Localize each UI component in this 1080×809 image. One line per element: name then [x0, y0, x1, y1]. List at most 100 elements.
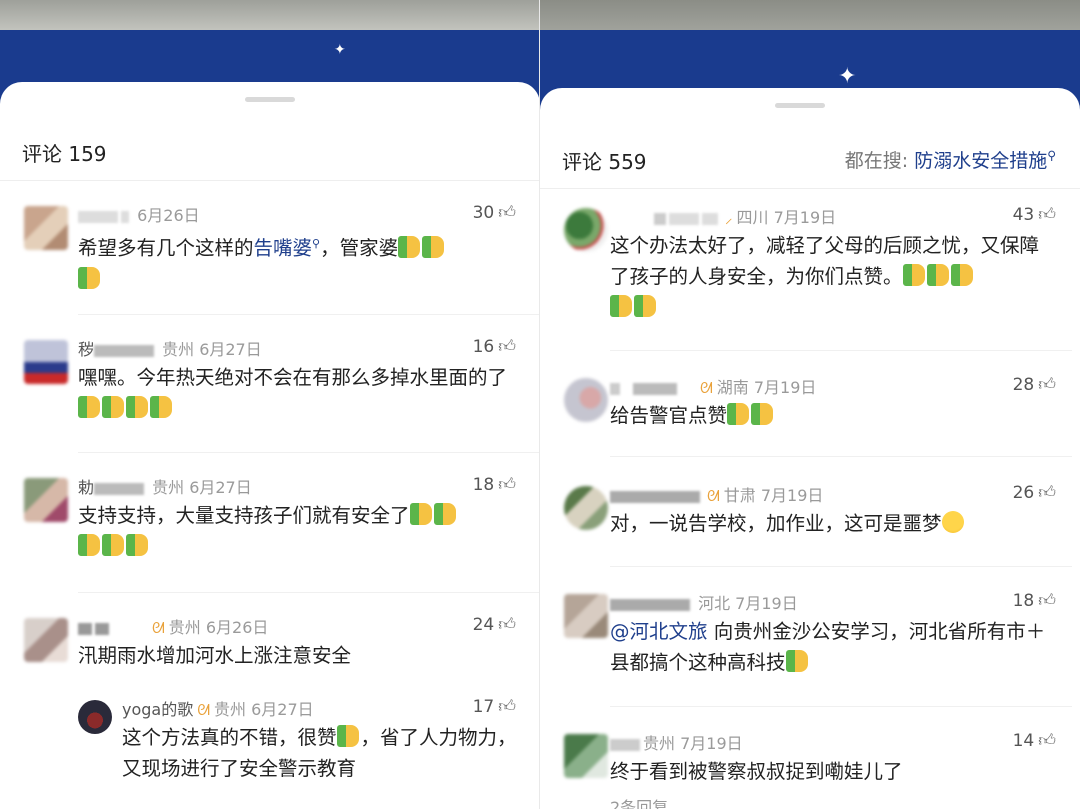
comment-divider	[78, 592, 540, 593]
like-count: 18	[1012, 591, 1035, 611]
comment-body: 汛期雨水增加河水上涨注意安全	[78, 644, 352, 667]
thumbs-up-emoji	[336, 725, 359, 747]
comment-date: 贵州 6月27日	[152, 478, 252, 497]
thumbs-up-icon: 👍︎	[498, 697, 516, 717]
comment-body: 嘿嘿。今年热天绝对不会在有那么多掉水里面的了	[78, 366, 508, 389]
comment-count: 评论 559	[562, 150, 647, 174]
comment-text[interactable]: 这个方法真的不错，很赞 ，省了人力物力，又现场进行了安全警示教育	[122, 722, 522, 784]
comment-text[interactable]: 汛期雨水增加河水上涨注意安全	[78, 640, 518, 671]
search-icon: ⚲	[1047, 148, 1056, 163]
thumbs-up-emoji	[150, 396, 172, 418]
comment-count: 评论 159	[22, 142, 107, 166]
header-divider	[540, 188, 1080, 189]
comment-text[interactable]: 终于看到被警察叔叔捉到嘞娃儿了	[610, 756, 1050, 787]
comment-text[interactable]: 嘿嘿。今年热天绝对不会在有那么多掉水里面的了	[78, 362, 518, 424]
comment-meta: ᘛ 湖南 7月19日	[610, 374, 816, 398]
avatar[interactable]	[564, 208, 608, 252]
thumbs-up-icon: 👍︎	[1038, 731, 1056, 751]
comment-divider	[78, 314, 540, 315]
avatar[interactable]	[564, 594, 608, 638]
avatar[interactable]	[24, 478, 68, 522]
username[interactable]: yoga的歌	[122, 700, 193, 719]
thumbs-up-emoji	[126, 396, 148, 418]
comment-divider	[610, 456, 1072, 457]
like-button[interactable]: 28 👍︎	[1013, 374, 1056, 395]
view-replies-link[interactable]: 2条回复	[610, 794, 668, 809]
thumbs-up-icon: 👍︎	[498, 615, 516, 635]
header-divider	[0, 180, 540, 181]
fan-badge-icon: ᘛ	[707, 487, 720, 505]
comment-text[interactable]: 希望多有几个这样的告嘴婆⚲，管家婆	[78, 228, 518, 295]
thumbs-up-icon: 👍︎	[1038, 591, 1056, 611]
comment-meta: ⸝ 四川 7月19日	[610, 204, 836, 228]
comment-meta: yoga的歌 ᘛ 贵州 6月27日	[122, 696, 314, 720]
like-count: 26	[1012, 483, 1035, 503]
comment-date: 贵州 7月19日	[643, 734, 743, 753]
avatar[interactable]	[24, 206, 68, 250]
thumbs-up-emoji	[634, 295, 656, 317]
like-count: 18	[472, 475, 495, 495]
sheet-drag-handle[interactable]	[775, 103, 825, 108]
like-count: 43	[1012, 205, 1035, 225]
thumbs-up-emoji	[785, 650, 808, 672]
video-thumbnail[interactable]	[0, 0, 540, 34]
avatar[interactable]	[78, 700, 112, 734]
like-button[interactable]: 18 👍︎	[1013, 590, 1056, 611]
comment-body: 这个办法太好了，减轻了父母的后顾之忧，又保障了孩子的人身安全，为你们点赞。	[610, 234, 1040, 288]
thumbs-up-icon: 👍︎	[498, 203, 516, 223]
comment-body: 给告警官点赞	[610, 404, 728, 427]
sheet-drag-handle[interactable]	[245, 97, 295, 102]
comment-date: 贵州 6月27日	[162, 340, 262, 359]
comment-text[interactable]: @河北文旅 向贵州金沙公安学习，河北省所有市＋县都搞个这种高科技	[610, 616, 1050, 678]
comment-meta: ᘛ 贵州 6月26日	[78, 614, 268, 638]
like-button[interactable]: 30 👍︎	[473, 202, 516, 223]
like-button[interactable]: 16 👍︎	[473, 336, 516, 357]
thumbs-up-emoji	[902, 264, 925, 286]
thumbs-up-emoji	[433, 503, 456, 525]
search-link[interactable]: 告嘴婆	[254, 237, 313, 260]
comment-body: 这个方法真的不错，很赞	[122, 726, 337, 749]
fan-badge-icon: ᘛ	[197, 701, 210, 719]
username[interactable]: 勅	[78, 478, 94, 497]
avatar[interactable]	[564, 378, 608, 422]
like-button[interactable]: 17 👍︎	[473, 696, 516, 717]
comment-text[interactable]: 支持支持，大量支持孩子们就有安全了	[78, 500, 518, 562]
thumbs-up-emoji	[422, 235, 445, 258]
crying-laughing-emoji	[941, 511, 964, 533]
avatar[interactable]	[24, 340, 68, 384]
like-button[interactable]: 43 👍︎	[1013, 204, 1056, 225]
like-count: 30	[472, 203, 495, 223]
thumbs-up-emoji	[102, 534, 124, 556]
thumbs-up-emoji	[950, 264, 973, 286]
mention-link[interactable]: @河北文旅	[610, 620, 708, 643]
thumbs-up-emoji	[409, 503, 432, 525]
trending-search-keyword[interactable]: 防溺水安全措施	[914, 150, 1047, 172]
thumbs-up-icon: 👍︎	[498, 337, 516, 357]
comment-date: 6月26日	[137, 206, 200, 225]
comment-divider	[610, 350, 1072, 351]
like-button[interactable]: 26 👍︎	[1013, 482, 1056, 503]
avatar[interactable]	[564, 734, 608, 778]
comment-body: 支持支持，大量支持孩子们就有安全了	[78, 504, 410, 527]
avatar[interactable]	[564, 486, 608, 530]
like-button[interactable]: 18 👍︎	[473, 474, 516, 495]
like-count: 16	[472, 337, 495, 357]
like-button[interactable]: 24 👍︎	[473, 614, 516, 635]
comment-date: 甘肃 7月19日	[723, 486, 824, 505]
fan-badge-icon: ᘛ	[700, 379, 713, 397]
like-button[interactable]: 14 👍︎	[1013, 730, 1056, 751]
avatar[interactable]	[24, 618, 68, 662]
fan-badge-icon: ⸝	[725, 209, 733, 227]
comment-text[interactable]: 给告警官点赞	[610, 400, 1050, 431]
comment-meta: 6月26日	[78, 202, 200, 226]
comment-date: 河北 7月19日	[698, 594, 798, 613]
right-screenshot: ✦ 评论 559 都在搜: 防溺水安全措施⚲ ⸝ 四川 7月19日 43 👍︎ 这个…	[540, 0, 1080, 809]
comment-text[interactable]: 这个办法太好了，减轻了父母的后顾之忧，又保障了孩子的人身安全，为你们点赞。	[610, 230, 1050, 323]
thumbs-up-icon: 👍︎	[1038, 205, 1056, 225]
username[interactable]: 秽	[78, 340, 94, 359]
comment-text[interactable]: 对，一说告学校，加作业，这可是噩梦	[610, 508, 1050, 539]
thumbs-up-emoji	[751, 403, 774, 425]
sparkle-icon: ✦	[334, 42, 346, 58]
trending-search[interactable]: 都在搜: 防溺水安全措施⚲	[845, 146, 1056, 173]
comments-sheet: 评论 159 6月26日 30 👍︎ 希望多有几个这样的告嘴婆⚲，管家婆 秽 贵州…	[0, 82, 540, 809]
